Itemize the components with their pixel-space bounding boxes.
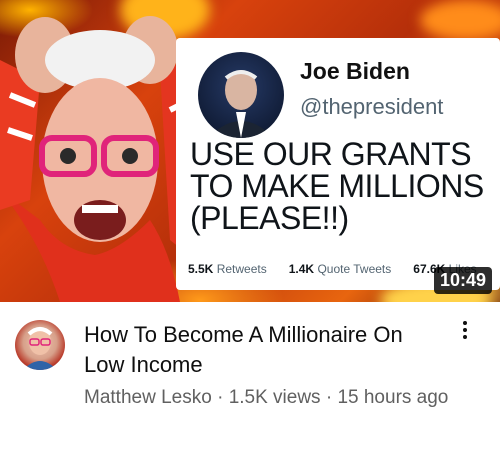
person-avatar-icon [208,70,274,138]
upload-age: 15 hours ago [337,387,449,408]
more-vert-icon[interactable] [455,320,475,348]
fire-decoration [420,0,500,40]
duration-badge: 10:49 [433,267,492,294]
person-image [0,16,195,302]
tweet-line: USE OUR GRANTS [190,136,472,172]
tweet-name: Joe Biden [300,58,410,84]
channel-name[interactable]: Matthew Lesko [84,387,212,408]
more-vert-icon-glyph [463,321,467,339]
video-thumbnail[interactable]: Joe Biden @thepresident USE OUR GRANTS T… [0,0,500,302]
channel-avatar[interactable] [15,320,65,370]
view-count: 1.5K views [228,387,321,408]
tweet-handle: @thepresident [300,94,444,119]
tweet-line: TO MAKE MILLIONS [190,168,484,204]
video-metadata: Matthew Lesko · 1.5K views · 15 hours ag… [84,384,464,412]
video-title[interactable]: How To Become A Millionaire On Low Incom… [84,320,444,380]
tweet-avatar [198,52,284,138]
person-avatar-icon [23,327,57,370]
quotes-stat: 1.4K Quote Tweets [288,262,392,276]
retweets-stat: 5.5K Retweets [188,262,267,276]
tweet-text: USE OUR GRANTS TO MAKE MILLIONS (PLEASE!… [190,138,500,234]
tweet-line: (PLEASE!!) [190,200,349,236]
meta-separator: · [325,387,333,408]
meta-separator: · [217,387,224,408]
tweet-card: Joe Biden @thepresident USE OUR GRANTS T… [176,38,500,290]
